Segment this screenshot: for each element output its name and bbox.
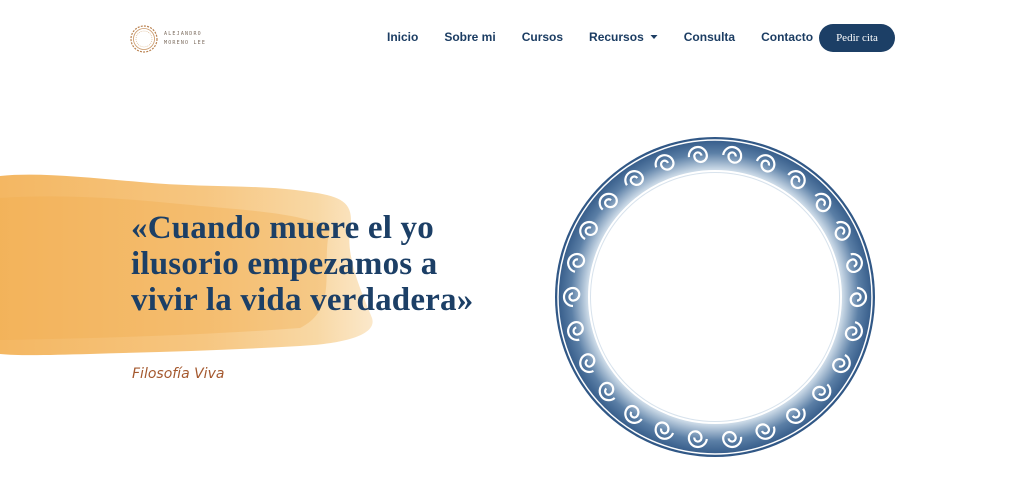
logo-text: Alejandro Moreno Lee bbox=[164, 30, 206, 48]
nav-item-sobre-mi[interactable]: Sobre mi bbox=[431, 30, 508, 44]
logo-line1: Alejandro bbox=[164, 31, 202, 37]
nav-item-recursos[interactable]: Recursos bbox=[576, 30, 671, 44]
hero-quote: «Cuando muere el yo ilusorio empezamos a… bbox=[131, 210, 474, 318]
quote-attribution: Filosofía Viva bbox=[132, 366, 225, 382]
pedir-cita-button[interactable]: Pedir cita bbox=[819, 24, 895, 52]
nav-item-inicio[interactable]: Inicio bbox=[374, 30, 431, 44]
nav-item-contacto[interactable]: Contacto bbox=[748, 30, 826, 44]
spiral-ring-illustration bbox=[555, 137, 875, 457]
logo-circle-icon bbox=[130, 25, 158, 53]
nav-item-recursos-label: Recursos bbox=[589, 30, 644, 44]
nav-item-cursos[interactable]: Cursos bbox=[509, 30, 576, 44]
logo-link[interactable]: Alejandro Moreno Lee bbox=[128, 22, 205, 56]
logo-line2: Moreno Lee bbox=[164, 40, 207, 46]
chevron-down-icon bbox=[650, 35, 658, 39]
nav-item-consulta[interactable]: Consulta bbox=[671, 30, 748, 44]
main-nav: Inicio Sobre mi Cursos Recursos Consulta… bbox=[374, 28, 826, 46]
